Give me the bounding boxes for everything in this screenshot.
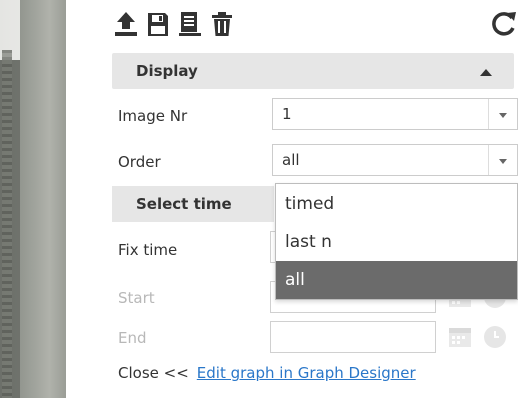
image-nr-value: 1 xyxy=(282,105,292,123)
refresh-icon[interactable] xyxy=(490,6,518,42)
end-input[interactable] xyxy=(270,321,436,353)
display-section-header[interactable]: Display xyxy=(112,53,514,89)
collapse-caret-icon[interactable] xyxy=(480,69,492,76)
trash-icon[interactable] xyxy=(208,6,236,42)
order-option-last-n[interactable]: last n xyxy=(276,223,517,261)
order-label: Order xyxy=(118,153,161,171)
order-option-timed[interactable]: timed xyxy=(276,185,517,223)
footer: Close << Edit graph in Graph Designer xyxy=(118,364,416,382)
image-nr-select[interactable]: 1 xyxy=(272,98,518,130)
chevron-down-icon xyxy=(499,159,507,164)
image-nr-label: Image Nr xyxy=(118,107,188,125)
toolbar xyxy=(112,6,518,46)
fix-time-label: Fix time xyxy=(118,241,178,259)
close-link[interactable]: Close << xyxy=(118,364,189,382)
order-dropdown-list: timed last n all xyxy=(275,183,518,300)
upload-icon[interactable] xyxy=(112,6,140,42)
end-label: End xyxy=(118,329,147,347)
list-icon[interactable] xyxy=(176,6,204,42)
start-label: Start xyxy=(118,289,155,307)
edit-graph-link[interactable]: Edit graph in Graph Designer xyxy=(197,364,416,382)
calendar-icon[interactable] xyxy=(448,325,472,349)
order-value: all xyxy=(282,151,300,169)
image-nr-dropdown-button[interactable] xyxy=(488,99,517,129)
select-time-tab[interactable]: Select time xyxy=(112,186,274,222)
display-section-title: Display xyxy=(136,62,198,80)
background-image-strip xyxy=(0,0,66,398)
clock-icon[interactable] xyxy=(484,325,506,349)
select-time-title: Select time xyxy=(136,195,232,213)
chevron-down-icon xyxy=(499,113,507,118)
save-icon[interactable] xyxy=(144,6,172,42)
order-dropdown-button[interactable] xyxy=(488,145,517,175)
order-option-all[interactable]: all xyxy=(276,261,517,299)
order-select[interactable]: all xyxy=(272,144,518,176)
